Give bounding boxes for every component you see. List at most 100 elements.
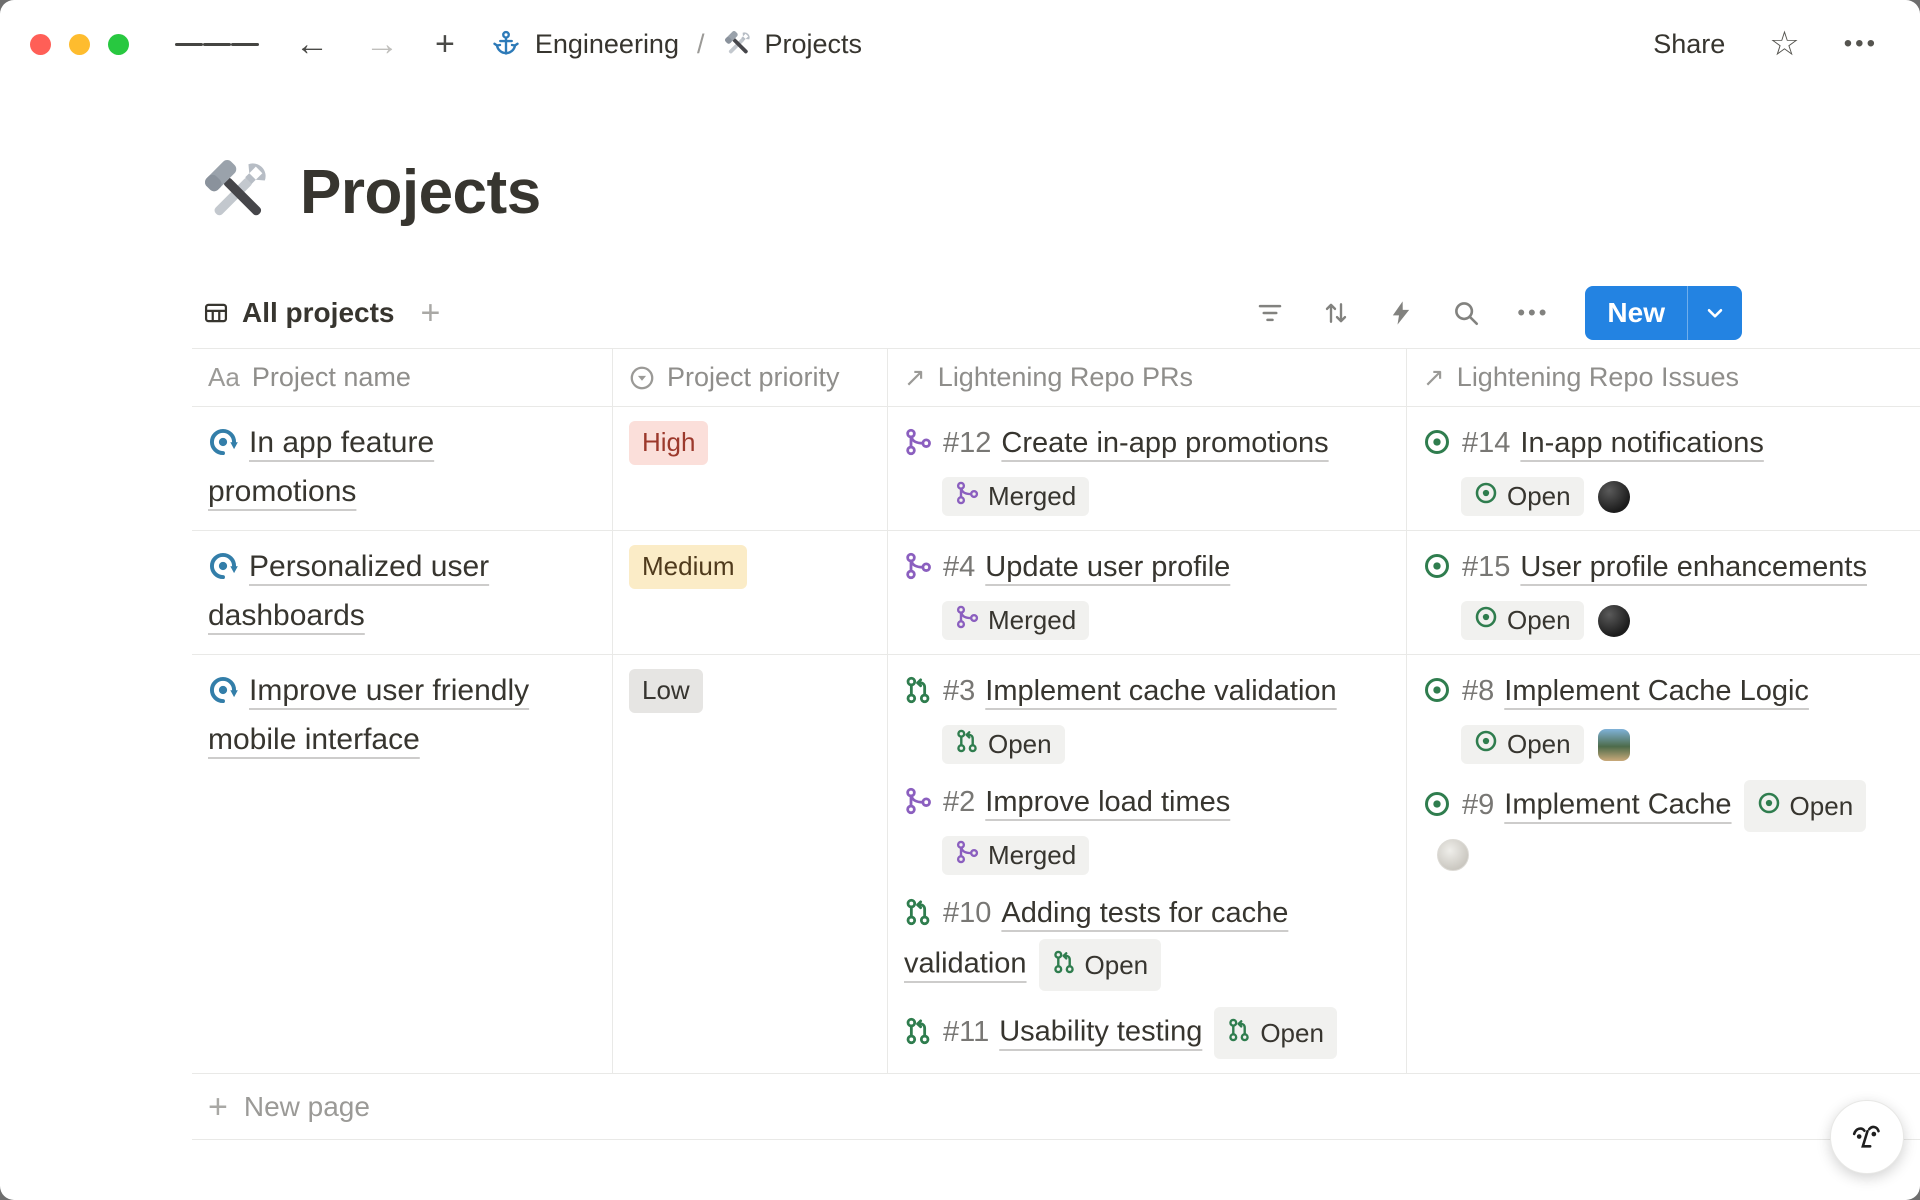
issue-mention: #15User profile enhancements Open: [1423, 545, 1904, 640]
git-pull-request-icon: [904, 895, 932, 939]
table-row: In app feature promotions High #12Create…: [192, 407, 1920, 531]
issue-mention: #14In-app notifications Open: [1423, 421, 1904, 516]
column-header-project-name[interactable]: Aa Project name: [192, 349, 613, 406]
page-title[interactable]: Projects: [300, 157, 541, 228]
priority-badge: Medium: [629, 545, 747, 589]
sort-icon[interactable]: [1321, 298, 1351, 328]
sidebar-toggle-icon[interactable]: [175, 38, 259, 51]
favorite-star-icon[interactable]: ☆: [1769, 27, 1799, 61]
forward-icon[interactable]: →: [365, 27, 399, 61]
select-property-icon: [629, 365, 655, 391]
git-pull-request-icon: [955, 729, 979, 760]
prs-cell[interactable]: #3Implement cache validation Open #2Impr…: [888, 655, 1407, 1073]
priority-cell[interactable]: Medium: [613, 531, 888, 654]
pr-status-chip: Open: [1039, 939, 1162, 991]
issue-open-icon: [1474, 481, 1498, 512]
automations-lightning-icon[interactable]: [1387, 299, 1415, 327]
view-tab-all-projects[interactable]: All projects: [202, 297, 394, 329]
git-merge-icon: [904, 425, 932, 469]
search-icon[interactable]: [1451, 298, 1481, 328]
view-options-icon[interactable]: •••: [1517, 300, 1549, 326]
issue-open-icon: [1474, 605, 1498, 636]
priority-badge: High: [629, 421, 708, 465]
project-name-cell[interactable]: Improve user friendly mobile interface: [192, 655, 613, 1073]
view-bar: All projects + ••• New: [192, 284, 1920, 342]
notion-ai-button[interactable]: [1830, 1100, 1904, 1174]
page-header: Projects: [200, 154, 1920, 230]
priority-cell[interactable]: High: [613, 407, 888, 530]
more-options-icon[interactable]: •••: [1844, 30, 1878, 58]
column-header-repo-issues[interactable]: ↗ Lightening Repo Issues: [1407, 349, 1920, 406]
pr-mention: #2Improve load times Merged: [904, 780, 1390, 875]
pr-status-chip: Open: [942, 725, 1065, 764]
avatar: [1598, 481, 1630, 513]
issue-open-icon: [1474, 729, 1498, 760]
table-row: Personalized user dashboards Medium #4Up…: [192, 531, 1920, 655]
filter-icon[interactable]: [1255, 298, 1285, 328]
page-icon-tools[interactable]: [200, 155, 274, 229]
pr-mention: #3Implement cache validation Open: [904, 669, 1390, 764]
issue-open-icon: [1423, 787, 1451, 831]
issues-cell[interactable]: #14In-app notifications Open: [1407, 407, 1920, 530]
table-row: Improve user friendly mobile interface L…: [192, 655, 1920, 1074]
priority-cell[interactable]: Low: [613, 655, 888, 1073]
pr-mention: #12Create in-app promotions Merged: [904, 421, 1390, 516]
arrow-up-right-icon: ↗: [904, 362, 926, 393]
avatar: [1437, 839, 1469, 871]
pr-status-chip: Merged: [942, 477, 1089, 516]
pr-mention: #11Usability testingOpen: [904, 1007, 1390, 1059]
issue-status-chip: Open: [1461, 601, 1584, 640]
project-cycle-icon: [208, 550, 238, 594]
issue-status-chip: Open: [1461, 477, 1584, 516]
new-page-row[interactable]: + New page: [192, 1074, 1920, 1140]
git-merge-icon: [955, 481, 979, 512]
git-pull-request-icon: [904, 673, 932, 717]
pr-mention: #10Adding tests for cache validationOpen: [904, 891, 1390, 991]
git-merge-icon: [955, 840, 979, 871]
issue-mention: #9Implement CacheOpen: [1423, 780, 1904, 876]
table-header-row: Aa Project name Project priority ↗ Light…: [192, 349, 1920, 407]
table-view-icon: [202, 299, 230, 327]
issues-cell[interactable]: #8Implement Cache Logic Open #9Implement…: [1407, 655, 1920, 1073]
share-button[interactable]: Share: [1653, 29, 1725, 60]
window-zoom-button[interactable]: [108, 34, 129, 55]
issue-status-chip: Open: [1744, 780, 1867, 832]
project-cycle-icon: [208, 426, 238, 470]
column-header-repo-prs[interactable]: ↗ Lightening Repo PRs: [888, 349, 1407, 406]
breadcrumb: Engineering / Projects: [491, 29, 862, 60]
column-header-project-priority[interactable]: Project priority: [613, 349, 888, 406]
new-button[interactable]: New: [1585, 286, 1742, 340]
pr-status-chip: Merged: [942, 836, 1089, 875]
window-minimize-button[interactable]: [69, 34, 90, 55]
title-property-icon: Aa: [208, 362, 240, 393]
pr-status-chip: Merged: [942, 601, 1089, 640]
git-merge-icon: [904, 549, 932, 593]
traffic-lights: [30, 34, 129, 55]
issues-cell[interactable]: #15User profile enhancements Open: [1407, 531, 1920, 654]
issue-mention: #8Implement Cache Logic Open: [1423, 669, 1904, 764]
ai-face-icon: [1845, 1115, 1889, 1159]
pr-status-chip: Open: [1214, 1007, 1337, 1059]
avatar: [1598, 729, 1630, 761]
git-merge-icon: [904, 784, 932, 828]
issue-status-chip: Open: [1461, 725, 1584, 764]
window-close-button[interactable]: [30, 34, 51, 55]
avatar: [1598, 605, 1630, 637]
breadcrumb-page[interactable]: Projects: [723, 29, 863, 60]
back-icon[interactable]: ←: [295, 27, 329, 61]
anchor-icon: [491, 29, 521, 59]
git-pull-request-icon: [904, 1014, 932, 1058]
issue-open-icon: [1757, 784, 1781, 828]
arrow-up-right-icon: ↗: [1423, 362, 1445, 393]
prs-cell[interactable]: #4Update user profile Merged: [888, 531, 1407, 654]
prs-cell[interactable]: #12Create in-app promotions Merged: [888, 407, 1407, 530]
breadcrumb-separator: /: [697, 29, 705, 60]
project-name-cell[interactable]: Personalized user dashboards: [192, 531, 613, 654]
issue-open-icon: [1423, 673, 1451, 717]
issue-open-icon: [1423, 549, 1451, 593]
new-button-chevron-down-icon[interactable]: [1687, 286, 1742, 340]
project-name-cell[interactable]: In app feature promotions: [192, 407, 613, 530]
breadcrumb-workspace[interactable]: Engineering: [535, 29, 679, 60]
new-page-plus-icon[interactable]: +: [435, 27, 455, 61]
add-view-icon[interactable]: +: [420, 296, 440, 330]
